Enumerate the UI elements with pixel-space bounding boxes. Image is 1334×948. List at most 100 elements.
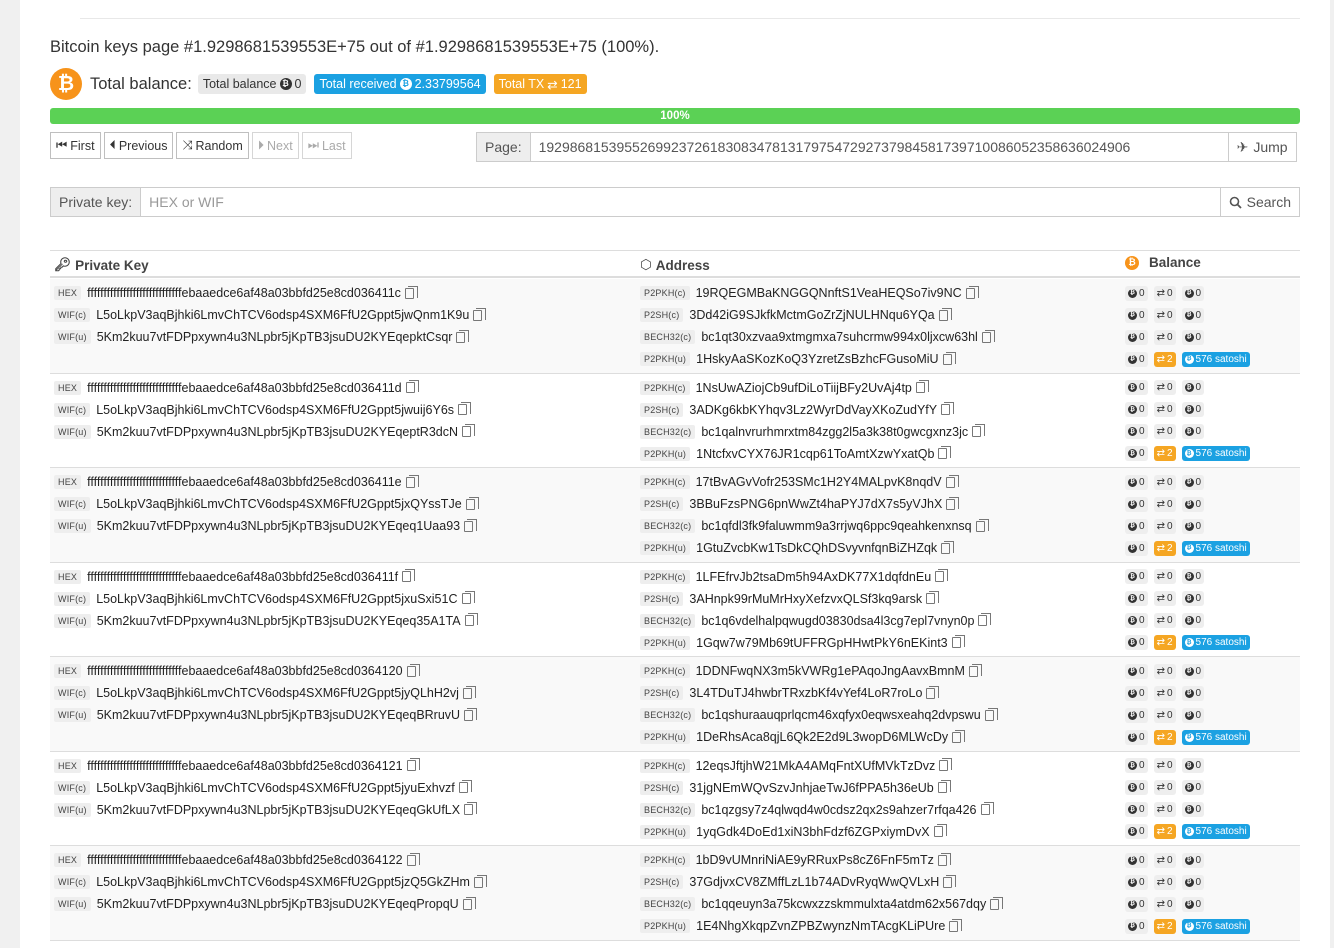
copy-icon[interactable]: [404, 285, 418, 299]
address-value[interactable]: bc1qqeuyn3a75kcwxzzskmmulxta4atdm62x567d…: [701, 897, 986, 911]
copy-icon[interactable]: [405, 474, 419, 488]
address-value[interactable]: 1NsUwAZiojCb9ufDiLoTiijBFy2UvAj4tp: [696, 381, 912, 395]
copy-icon[interactable]: [456, 329, 470, 343]
copy-icon[interactable]: [978, 613, 992, 626]
copy-icon[interactable]: [984, 707, 998, 721]
private-key-value[interactable]: fffffffffffffffffffffffffffffebaaedce6af…: [87, 664, 402, 678]
private-key-value[interactable]: fffffffffffffffffffffffffffffebaaedce6af…: [87, 286, 401, 300]
copy-icon[interactable]: [937, 852, 951, 866]
copy-icon[interactable]: [464, 802, 478, 815]
copy-icon[interactable]: [939, 758, 953, 771]
private-key-value[interactable]: L5oLkpV3aqBjhki6LmvChTCV6odsp4SXM6FfU2Gp…: [96, 781, 455, 795]
copy-icon[interactable]: [941, 402, 955, 415]
copy-icon[interactable]: [405, 380, 419, 393]
address-value[interactable]: bc1qt30xzvaa9xtmgmxa7suhcrmw994x0ljxcw63…: [701, 330, 978, 344]
private-key-value[interactable]: 5Km2kuu7vtFDPpxywn4u3NLpbr5jKpTB3jsuDU2K…: [97, 519, 460, 533]
copy-icon[interactable]: [942, 351, 956, 365]
private-key-value[interactable]: fffffffffffffffffffffffffffffebaaedce6af…: [87, 475, 402, 489]
copy-icon[interactable]: [938, 307, 952, 321]
address-value[interactable]: bc1qalnvrurhmrxtm84zgg2l5a3k38t0gwcgxnz3…: [701, 425, 968, 439]
private-key-value[interactable]: 5Km2kuu7vtFDPpxywn4u3NLpbr5jKpTB3jsuDU2K…: [97, 425, 458, 439]
private-key-value[interactable]: 5Km2kuu7vtFDPpxywn4u3NLpbr5jKpTB3jsuDU2K…: [97, 897, 459, 911]
private-key-value[interactable]: L5oLkpV3aqBjhki6LmvChTCV6odsp4SXM6FfU2Gp…: [96, 403, 454, 417]
private-key-input[interactable]: HEX or WIF: [141, 187, 1221, 217]
address-value[interactable]: bc1q6vdelhalpqwugd03830dsa4l3cg7epl7vnyn…: [701, 614, 974, 628]
copy-icon[interactable]: [926, 591, 940, 604]
address-value[interactable]: 17tBvAGvVofr253SMc1H2Y4MALpvK8nqdV: [696, 475, 942, 489]
copy-icon[interactable]: [461, 591, 475, 604]
copy-icon[interactable]: [952, 729, 966, 743]
copy-icon[interactable]: [965, 285, 979, 299]
address-value[interactable]: 1yqGdk4DoEd1xiN3bhFdzf6ZGPxiymDvX: [696, 825, 929, 839]
address-value[interactable]: 31jgNEmWQvSzvJnhjaeTwJ6fPPA5h36eUb: [689, 781, 933, 795]
address-value[interactable]: 1HskyAaSKozKoQ3YzretZsBzhcFGusoMiU: [696, 352, 938, 366]
address-value[interactable]: 1E4NhgXkqpZvnZPBZwynzNmTAcgKLiPUre: [696, 919, 945, 933]
copy-icon[interactable]: [951, 635, 965, 648]
copy-icon[interactable]: [981, 329, 995, 343]
first-button[interactable]: ⏮ First: [50, 132, 101, 159]
search-button[interactable]: Search: [1220, 187, 1300, 217]
copy-icon[interactable]: [406, 758, 420, 771]
address-value[interactable]: 3AHnpk99rMuMrHxyXefzvxQLSf3kq9arsk: [689, 592, 922, 606]
address-value[interactable]: 1NtcfxvCYX76JR1cqp61ToAmtXzwYxatQb: [696, 447, 934, 461]
copy-icon[interactable]: [465, 496, 479, 510]
private-key-value[interactable]: L5oLkpV3aqBjhki6LmvChTCV6odsp4SXM6FfU2Gp…: [96, 686, 459, 700]
previous-button[interactable]: ⏴ Previous: [103, 132, 174, 159]
jump-button[interactable]: ✈ Jump: [1228, 132, 1297, 162]
address-value[interactable]: bc1qzgsy7z4qlwqd4w0cdsz2qx2s9ahzer7rfqa4…: [701, 803, 976, 817]
copy-icon[interactable]: [972, 424, 986, 437]
copy-icon[interactable]: [941, 540, 955, 554]
next-button[interactable]: ⏵ Next: [251, 132, 299, 159]
copy-icon[interactable]: [464, 613, 478, 626]
copy-icon[interactable]: [462, 896, 476, 910]
copy-icon[interactable]: [462, 424, 475, 437]
address-value[interactable]: 3BBuFzsPNG6pnWwZt4haPYJ7dX7s5yVJhX: [689, 497, 942, 511]
copy-icon[interactable]: [458, 402, 472, 415]
copy-icon[interactable]: [933, 824, 947, 837]
address-value[interactable]: 12eqsJftjhW21MkA4AMqFntXUfMVkTzDvz: [696, 759, 936, 773]
address-value[interactable]: 3Dd42iG9SJkfkMctmGoZrZjNULHNqu6YQa: [689, 308, 934, 322]
address-value[interactable]: 19RQEGMBaKNGGQNnftS1VeaHEQSo7iv9NC: [696, 286, 962, 300]
address-value[interactable]: 1DeRhsAca8qjL6Qk2E2d9L3wopD6MLWcDy: [696, 730, 948, 744]
random-button[interactable]: ⤨ Random: [176, 132, 249, 159]
address-value[interactable]: 3ADKg6kbKYhqv3Lz2WyrDdVayXKoZudYfY: [689, 403, 937, 417]
copy-icon[interactable]: [938, 446, 952, 459]
last-button[interactable]: ⏭ Last: [301, 132, 352, 159]
copy-icon[interactable]: [926, 685, 940, 699]
copy-icon[interactable]: [915, 380, 929, 393]
address-value[interactable]: 1LFEfrvJb2tsaDm5h94AxDK77X1dqfdnEu: [696, 570, 932, 584]
address-value[interactable]: bc1qshuraauqprlqcm46xqfyx0eqwsxeahq2dvps…: [701, 708, 980, 722]
copy-icon[interactable]: [406, 663, 420, 677]
private-key-value[interactable]: L5oLkpV3aqBjhki6LmvChTCV6odsp4SXM6FfU2Gp…: [96, 592, 457, 606]
copy-icon[interactable]: [943, 874, 957, 888]
private-key-value[interactable]: L5oLkpV3aqBjhki6LmvChTCV6odsp4SXM6FfU2Gp…: [96, 497, 461, 511]
copy-icon[interactable]: [406, 852, 420, 866]
private-key-value[interactable]: 5Km2kuu7vtFDPpxywn4u3NLpbr5jKpTB3jsuDU2K…: [97, 614, 461, 628]
copy-icon[interactable]: [473, 874, 487, 888]
address-value[interactable]: 1Gqw7w79Mb69tUFFRGpHHwtPkY6nEKint3: [696, 636, 948, 650]
copy-icon[interactable]: [462, 685, 476, 699]
copy-icon[interactable]: [402, 569, 416, 582]
copy-icon[interactable]: [458, 780, 472, 793]
copy-icon[interactable]: [975, 518, 989, 532]
copy-icon[interactable]: [946, 496, 960, 510]
copy-icon[interactable]: [937, 780, 951, 793]
copy-icon[interactable]: [464, 707, 478, 721]
address-value[interactable]: 37GdjvxCV8ZMffLzL1b74ADvRyqWwQVLxH: [689, 875, 939, 889]
copy-icon[interactable]: [945, 474, 959, 488]
private-key-value[interactable]: fffffffffffffffffffffffffffffebaaedce6af…: [87, 570, 398, 584]
private-key-value[interactable]: 5Km2kuu7vtFDPpxywn4u3NLpbr5jKpTB3jsuDU2K…: [97, 330, 453, 344]
address-value[interactable]: 1GtuZvcbKw1TsDkCQhDSvyvnfqnBiZHZqk: [696, 541, 937, 555]
copy-icon[interactable]: [464, 518, 478, 532]
copy-icon[interactable]: [980, 802, 994, 815]
private-key-value[interactable]: 5Km2kuu7vtFDPpxywn4u3NLpbr5jKpTB3jsuDU2K…: [97, 708, 460, 722]
copy-icon[interactable]: [473, 307, 487, 321]
private-key-value[interactable]: L5oLkpV3aqBjhki6LmvChTCV6odsp4SXM6FfU2Gp…: [96, 875, 470, 889]
copy-icon[interactable]: [935, 569, 949, 582]
private-key-value[interactable]: fffffffffffffffffffffffffffffebaaedce6af…: [87, 381, 402, 395]
address-value[interactable]: 3L4TDuTJ4hwbrTRxzbKf4vYef4LoR7roLo: [689, 686, 922, 700]
private-key-value[interactable]: fffffffffffffffffffffffffffffebaaedce6af…: [87, 853, 402, 867]
copy-icon[interactable]: [949, 918, 963, 932]
address-value[interactable]: 1bD9vUMnriNiAE9yRRuxPs8cZ6FnF5mTz: [696, 853, 934, 867]
private-key-value[interactable]: 5Km2kuu7vtFDPpxywn4u3NLpbr5jKpTB3jsuDU2K…: [97, 803, 460, 817]
